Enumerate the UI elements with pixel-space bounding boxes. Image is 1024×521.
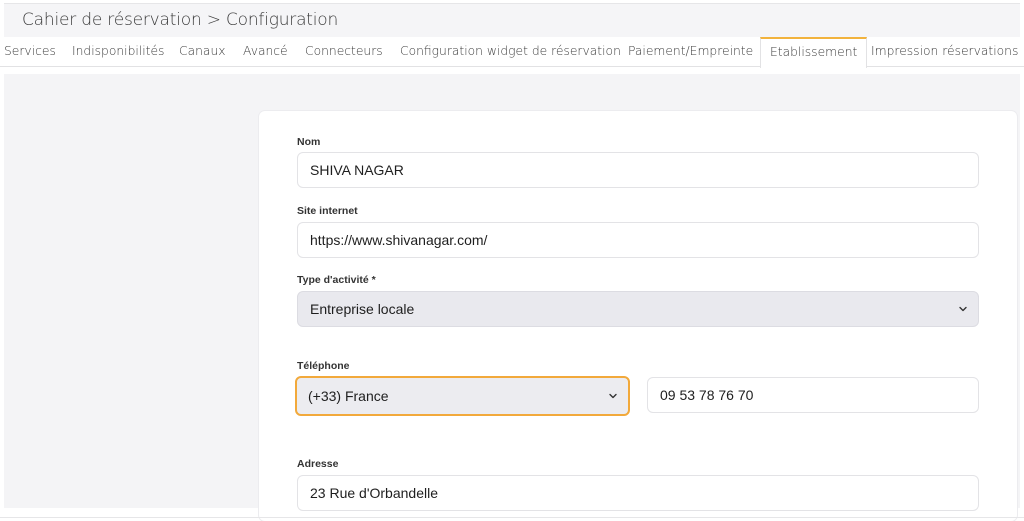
chevron-down-icon — [609, 393, 617, 399]
tab-connecteurs[interactable]: Connecteurs — [305, 37, 383, 67]
tab-bar: Services Indisponibilités Canaux Avancé … — [0, 37, 1024, 68]
telephone-country-value: (+33) France — [308, 388, 389, 404]
tab-avance[interactable]: Avancé — [243, 37, 288, 67]
site-internet-input[interactable]: https://www.shivanagar.com/ — [297, 222, 979, 258]
tab-impression-reservations[interactable]: Impression réservations — [871, 37, 1018, 67]
title-bar: Cahier de réservation > Configuration — [4, 3, 1020, 37]
type-activite-value: Entreprise locale — [310, 301, 415, 317]
tab-paiement-empreinte[interactable]: Paiement/Empreinte — [628, 37, 753, 67]
nom-input[interactable]: SHIVA NAGAR — [297, 152, 979, 188]
tab-canaux[interactable]: Canaux — [179, 37, 226, 67]
telephone-label: Téléphone — [297, 360, 350, 372]
type-activite-label: Type d'activité * — [297, 274, 376, 286]
bottom-divider — [0, 517, 1024, 518]
adresse-input[interactable]: 23 Rue d'Orbandelle — [297, 475, 979, 511]
type-activite-select[interactable]: Entreprise locale — [297, 291, 979, 327]
adresse-label: Adresse — [297, 458, 339, 470]
tab-services[interactable]: Services — [4, 37, 56, 67]
tab-etablissement[interactable]: Etablissement — [760, 37, 868, 68]
tab-indisponibilites[interactable]: Indisponibilités — [72, 37, 164, 67]
tab-configuration-widget[interactable]: Configuration widget de réservation — [400, 37, 621, 67]
telephone-number-input[interactable]: 09 53 78 76 70 — [647, 377, 979, 413]
chevron-down-icon — [959, 306, 967, 312]
site-internet-label: Site internet — [297, 205, 358, 217]
telephone-country-select[interactable]: (+33) France — [295, 376, 630, 416]
nom-label: Nom — [297, 136, 321, 148]
page-title: Cahier de réservation > Configuration — [22, 10, 339, 30]
